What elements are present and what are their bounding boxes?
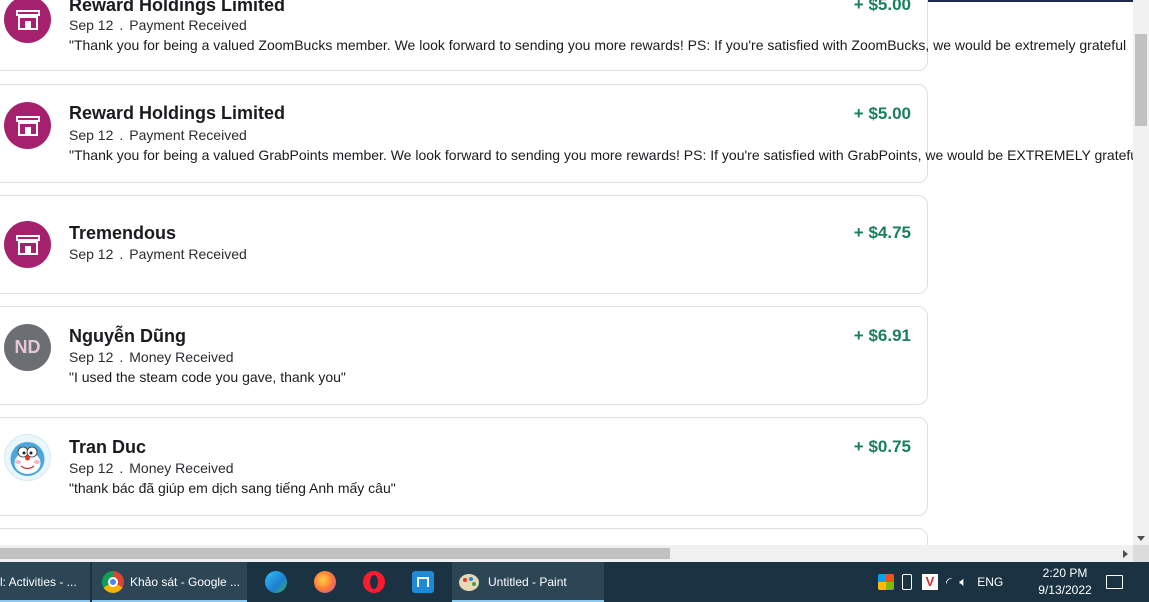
transaction-meta: Sep 12. Payment Received — [69, 17, 247, 33]
taskbar-item-maxthon[interactable] — [399, 562, 447, 602]
transaction-date: Sep 12 — [69, 127, 114, 143]
vertical-scrollbar[interactable] — [1133, 0, 1149, 545]
maxthon-icon — [412, 571, 434, 593]
vertical-scroll-thumb[interactable] — [1135, 34, 1147, 126]
transaction-type: Money Received — [129, 460, 234, 476]
transaction-date: Sep 12 — [69, 460, 114, 476]
taskbar-item-label: Khảo sát - Google ... — [130, 575, 241, 589]
transaction-card[interactable]: Tremendous + $4.75 Sep 12. Payment Receiv… — [0, 195, 928, 294]
horizontal-scroll-thumb[interactable] — [0, 548, 670, 559]
transaction-note: "I used the steam code you gave, thank y… — [69, 369, 346, 385]
taskbar-item-opera[interactable] — [350, 562, 398, 602]
transaction-card[interactable]: ND Nguyễn Dũng + $6.91 Sep 12. Money Rece… — [0, 306, 928, 405]
transaction-date: Sep 12 — [69, 246, 114, 262]
profile-photo — [4, 434, 51, 481]
transaction-card[interactable]: Reward Holdings Limited + $5.00 Sep 12. P… — [0, 0, 1126, 71]
scroll-right-icon[interactable] — [1123, 550, 1128, 558]
transaction-type: Money Received — [129, 349, 234, 365]
edge-icon — [265, 571, 287, 593]
sender-name: Tremendous — [69, 223, 177, 243]
store-icon — [4, 0, 51, 43]
transaction-note: "Thank you for being a valued ZoomBucks … — [69, 37, 1127, 53]
taskbar-item-chrome[interactable]: Khảo sát - Google ... — [92, 562, 247, 602]
transaction-card[interactable]: Tran Duc + $0.75 Sep 12. Money Received "… — [0, 417, 928, 516]
separator: . — [119, 127, 124, 143]
paint-icon — [458, 571, 482, 593]
transaction-list: Reward Holdings Limited + $5.00 Sep 12. P… — [0, 0, 1133, 545]
amount: + $5.00 — [853, 104, 911, 123]
taskbar-item-label: l: Activities - ... — [0, 575, 77, 589]
notification-icon — [1106, 575, 1123, 589]
transaction-date: Sep 12 — [69, 349, 114, 365]
taskbar-item-label: Untitled - Paint — [488, 575, 567, 589]
store-icon — [4, 102, 51, 149]
horizontal-scrollbar[interactable] — [0, 545, 1133, 562]
taskbar-item-activities[interactable]: l: Activities - ... — [0, 562, 90, 602]
usb-icon[interactable] — [902, 574, 912, 590]
separator: . — [119, 17, 124, 33]
amount: + $0.75 — [853, 437, 911, 456]
firefox-icon — [314, 571, 336, 593]
scroll-down-icon[interactable] — [1137, 536, 1145, 541]
taskbar-item-edge[interactable] — [252, 562, 300, 602]
separator: . — [119, 246, 124, 262]
opera-icon — [363, 571, 385, 593]
transaction-note: "Thank you for being a valued GrabPoints… — [69, 147, 1133, 163]
taskbar: l: Activities - ... Khảo sát - Google ..… — [0, 562, 1149, 602]
vpn-icon[interactable]: V — [922, 574, 938, 590]
transaction-meta: Sep 12. Payment Received — [69, 127, 247, 143]
transaction-meta: Sep 12. Money Received — [69, 349, 234, 365]
avatar-initials: ND — [4, 324, 51, 371]
sender-name: Tran Duc — [69, 437, 147, 457]
scrollbar-corner — [1133, 545, 1149, 562]
transaction-type: Payment Received — [129, 127, 247, 143]
clock[interactable]: 2:20 PM 9/13/2022 — [1030, 565, 1100, 599]
transaction-card[interactable] — [0, 528, 928, 545]
volume-icon[interactable]: 🔈︎ — [959, 574, 967, 590]
sender-name: Reward Holdings Limited — [69, 103, 286, 123]
transaction-meta: Sep 12. Money Received — [69, 460, 234, 476]
clock-date: 9/13/2022 — [1038, 583, 1092, 597]
language-indicator[interactable]: ENG — [977, 575, 1003, 589]
transaction-type: Payment Received — [129, 246, 247, 262]
system-tray: V ◜ 🔈︎ ENG — [878, 562, 1003, 602]
store-icon — [4, 221, 51, 268]
separator: . — [119, 460, 124, 476]
taskbar-item-firefox[interactable] — [301, 562, 349, 602]
notifications-button[interactable] — [1106, 562, 1123, 602]
transaction-date: Sep 12 — [69, 17, 114, 33]
transaction-card[interactable]: Reward Holdings Limited + $5.00 Sep 12. P… — [0, 84, 1133, 183]
clock-time: 2:20 PM — [1042, 566, 1088, 580]
wifi-icon[interactable]: ◜ — [946, 574, 951, 591]
transaction-meta: Sep 12. Payment Received — [69, 246, 247, 262]
security-icon[interactable] — [878, 574, 894, 590]
chrome-icon — [102, 571, 124, 593]
transaction-type: Payment Received — [129, 17, 247, 33]
amount: + $5.00 — [853, 0, 911, 14]
amount: + $4.75 — [853, 223, 911, 242]
sender-name: Nguyễn Dũng — [69, 326, 186, 346]
transaction-note: "thank bác đã giúp em dịch sang tiếng An… — [69, 480, 396, 496]
amount: + $6.91 — [853, 326, 911, 345]
separator: . — [119, 349, 124, 365]
sender-name: Reward Holdings Limited — [69, 0, 286, 15]
taskbar-item-paint[interactable]: Untitled - Paint — [452, 562, 604, 602]
